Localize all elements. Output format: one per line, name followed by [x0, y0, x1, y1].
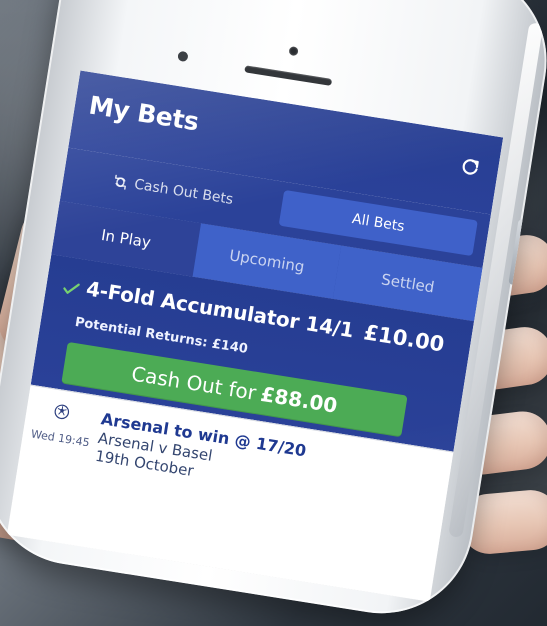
my-bets-screen: My Bets Cash Out Bets All Bets In Play U… — [6, 70, 504, 602]
phone-device: My Bets Cash Out Bets All Bets In Play U… — [0, 0, 547, 626]
phone-screen: My Bets Cash Out Bets All Bets In Play U… — [6, 70, 504, 602]
cash-out-label-prefix: Cash Out for — [129, 361, 258, 405]
kickoff-time: Wed 19:45 — [29, 427, 91, 450]
tab-in-play-label: In Play — [99, 225, 153, 252]
football-icon — [54, 404, 70, 420]
check-icon — [63, 283, 80, 294]
page-title: My Bets — [86, 90, 201, 137]
tab-cash-out-bets-label: Cash Out Bets — [133, 176, 235, 208]
tab-settled-label: Settled — [380, 270, 436, 297]
tab-all-bets-label: All Bets — [350, 210, 406, 236]
bet-stake: £10.00 — [362, 320, 446, 357]
phone-speaker — [244, 65, 333, 86]
refresh-icon[interactable] — [459, 155, 482, 178]
tab-upcoming-label: Upcoming — [228, 246, 306, 276]
cash-out-icon — [115, 174, 127, 190]
phone-camera — [288, 46, 299, 57]
phone-sensor — [177, 50, 189, 63]
cash-out-amount: £88.00 — [259, 381, 340, 418]
